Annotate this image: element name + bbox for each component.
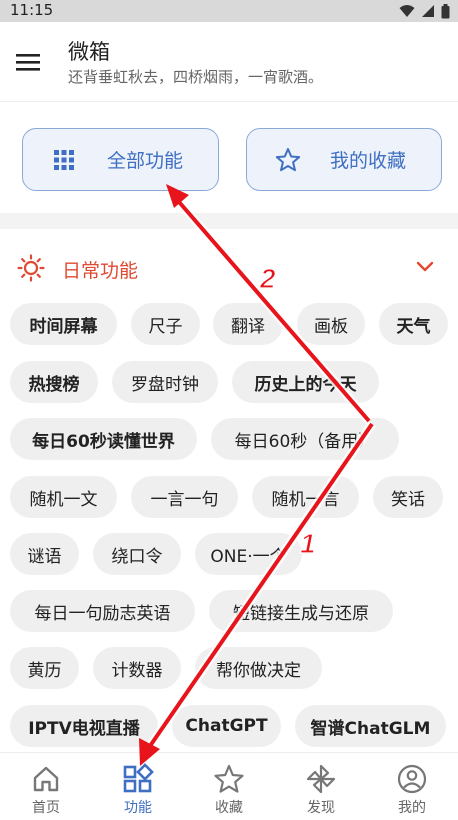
app-title: 微箱 (68, 40, 110, 64)
chip-almanac[interactable]: 黄历 (10, 647, 79, 689)
sun-icon (17, 254, 45, 282)
chip-chatglm[interactable]: 智谱ChatGLM (295, 705, 446, 747)
nav-discover[interactable]: 发现 (275, 753, 367, 820)
chip-weather[interactable]: 天气 (379, 303, 448, 345)
chip-jokes[interactable]: 笑话 (373, 476, 443, 518)
chip-today-in-history[interactable]: 历史上的今天 (232, 361, 379, 403)
chip-drawing-board[interactable]: 画板 (297, 303, 365, 345)
app-subtitle: 还背垂虹秋去，四桥烟雨，一宵歌酒。 (68, 68, 324, 86)
chip-iptv[interactable]: IPTV电视直播 (10, 705, 158, 747)
nav-discover-label: 发现 (307, 800, 335, 816)
status-icons (399, 3, 450, 19)
nav-home[interactable]: 首页 (0, 753, 92, 820)
chip-60s-backup[interactable]: 每日60秒（备用） (211, 418, 399, 460)
nav-favorites[interactable]: 收藏 (183, 753, 275, 820)
star-icon (214, 764, 244, 793)
my-favorites-label: 我的收藏 (330, 150, 407, 172)
all-features-button[interactable]: 全部功能 (22, 128, 219, 191)
chip-chatgpt[interactable]: ChatGPT (172, 705, 281, 747)
star-outline-icon (275, 148, 301, 172)
chip-compass-clock[interactable]: 罗盘时钟 (112, 361, 218, 403)
chip-random-quote[interactable]: 随机一言 (252, 476, 359, 518)
nav-profile[interactable]: 我的 (366, 753, 458, 820)
nav-functions-label: 功能 (124, 800, 152, 816)
daily-functions-header[interactable]: 日常功能 (0, 244, 458, 290)
status-time: 11:15 (10, 1, 54, 19)
chip-translate[interactable]: 翻译 (213, 303, 283, 345)
apps-icon (123, 763, 154, 793)
home-icon (33, 766, 59, 792)
pinwheel-icon (306, 764, 336, 794)
chip-short-link[interactable]: 短链接生成与还原 (209, 590, 393, 632)
chip-daily-english[interactable]: 每日一句励志英语 (10, 590, 195, 632)
section-title: 日常功能 (62, 260, 139, 282)
nav-favorites-label: 收藏 (215, 800, 243, 816)
grid-icon (54, 150, 74, 170)
status-bar: 11:15 (0, 0, 458, 22)
chip-one[interactable]: ONE·一个 (195, 533, 302, 575)
wifi-icon (399, 5, 415, 17)
chip-one-line[interactable]: 一言一句 (131, 476, 238, 518)
step-1-label: 1 (300, 528, 316, 559)
menu-button[interactable] (10, 44, 46, 80)
my-favorites-button[interactable]: 我的收藏 (246, 128, 442, 191)
section-divider (0, 213, 458, 229)
chip-counter[interactable]: 计数器 (93, 647, 181, 689)
bottom-nav: 首页 功能 收藏 发现 我的 (0, 752, 458, 820)
chevron-down-icon[interactable] (415, 260, 435, 274)
chip-riddles[interactable]: 谜语 (10, 533, 79, 575)
chip-time-screen[interactable]: 时间屏幕 (10, 303, 117, 345)
nav-functions[interactable]: 功能 (92, 753, 184, 820)
tutorial-overlay: 1 2 (139, 184, 376, 766)
signal-icon (422, 5, 434, 17)
chip-tongue-twister[interactable]: 绕口令 (93, 533, 181, 575)
nav-home-label: 首页 (32, 800, 60, 816)
chip-60s-world[interactable]: 每日60秒读懂世界 (10, 418, 197, 460)
chip-ruler[interactable]: 尺子 (131, 303, 200, 345)
all-features-label: 全部功能 (107, 150, 184, 172)
hamburger-icon (16, 54, 40, 71)
battery-icon (441, 3, 450, 18)
chip-hot-search[interactable]: 热搜榜 (10, 361, 98, 403)
profile-icon (397, 764, 427, 794)
chip-decision-maker[interactable]: 帮你做决定 (195, 647, 322, 689)
app-header: 微箱 还背垂虹秋去，四桥烟雨，一宵歌酒。 (0, 22, 458, 102)
nav-profile-label: 我的 (398, 800, 426, 816)
chip-random-article[interactable]: 随机一文 (10, 476, 117, 518)
